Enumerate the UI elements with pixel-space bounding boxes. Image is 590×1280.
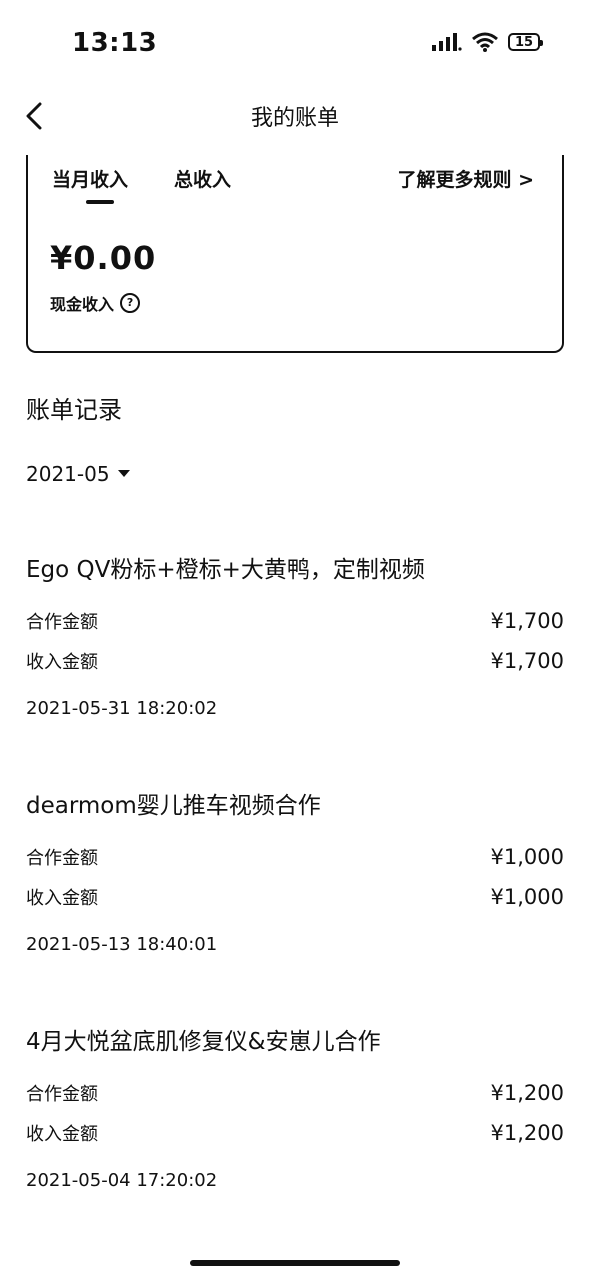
coop-amount-label: 合作金额 — [26, 1084, 98, 1105]
bill-record[interactable]: 4月大悦盆底肌修复仪&安崽儿合作 合作金额 ¥1,200 收入金额 ¥1,200… — [26, 1022, 564, 1191]
cash-income-label: 现金收入 — [50, 295, 115, 314]
income-amount-value: ¥1,200 — [490, 1121, 564, 1145]
coop-amount-label: 合作金额 — [26, 612, 98, 633]
cash-income-row: 现金收入 ? — [50, 291, 141, 315]
coop-amount-value: ¥1,700 — [490, 609, 564, 633]
active-tab-indicator — [86, 200, 114, 204]
coop-amount-row: 合作金额 ¥1,200 — [26, 1080, 564, 1106]
income-amount-row: 收入金额 ¥1,000 — [26, 884, 564, 910]
record-title: 4月大悦盆底肌修复仪&安崽儿合作 — [26, 1029, 381, 1055]
record-timestamp: 2021-05-13 18:40:01 — [26, 934, 218, 955]
income-amount: ¥0.00 — [50, 239, 157, 277]
coop-amount-label: 合作金额 — [26, 848, 98, 869]
income-card: 当月收入 总收入 了解更多规则 > ¥0.00 现金收入 ? — [26, 155, 564, 353]
tab-monthly-income[interactable]: 当月收入 — [52, 165, 128, 192]
nav-bar: 我的账单 — [0, 90, 590, 140]
income-amount-label: 收入金额 — [26, 1124, 98, 1145]
status-icons: 15 — [432, 32, 543, 52]
bill-records-title: 账单记录 — [26, 396, 122, 424]
battery-level: 15 — [514, 34, 534, 50]
income-amount-label: 收入金额 — [26, 652, 98, 673]
coop-amount-row: 合作金额 ¥1,700 — [26, 608, 564, 634]
record-title: dearmom婴儿推车视频合作 — [26, 793, 321, 819]
status-bar: 13:13 15 — [0, 0, 590, 90]
help-icon[interactable]: ? — [120, 293, 141, 313]
more-rules-link[interactable]: 了解更多规则 > — [397, 165, 534, 192]
record-title: Ego QV粉标+橙标+大黄鸭，定制视频 — [26, 557, 425, 583]
signal-icon — [432, 33, 462, 51]
caret-down-icon — [117, 470, 130, 477]
wifi-icon — [472, 32, 498, 52]
income-amount-row: 收入金额 ¥1,200 — [26, 1120, 564, 1146]
battery-icon: 15 — [508, 33, 543, 51]
coop-amount-value: ¥1,200 — [490, 1081, 564, 1105]
record-timestamp: 2021-05-04 17:20:02 — [26, 1170, 218, 1191]
income-amount-label: 收入金额 — [26, 888, 98, 909]
coop-amount-value: ¥1,000 — [490, 845, 564, 869]
bill-record[interactable]: dearmom婴儿推车视频合作 合作金额 ¥1,000 收入金额 ¥1,000 … — [26, 786, 564, 955]
status-time: 13:13 — [72, 28, 158, 58]
income-amount-value: ¥1,000 — [490, 885, 564, 909]
bill-record[interactable]: Ego QV粉标+橙标+大黄鸭，定制视频 合作金额 ¥1,700 收入金额 ¥1… — [26, 550, 564, 719]
record-timestamp: 2021-05-31 18:20:02 — [26, 698, 218, 719]
month-selector-value: 2021-05 — [26, 462, 110, 486]
income-amount-value: ¥1,700 — [490, 649, 564, 673]
coop-amount-row: 合作金额 ¥1,000 — [26, 844, 564, 870]
tab-total-income[interactable]: 总收入 — [174, 165, 231, 192]
month-selector[interactable]: 2021-05 — [26, 462, 130, 486]
income-amount-row: 收入金额 ¥1,700 — [26, 648, 564, 674]
home-indicator[interactable] — [190, 1260, 400, 1266]
page-title: 我的账单 — [250, 106, 339, 131]
